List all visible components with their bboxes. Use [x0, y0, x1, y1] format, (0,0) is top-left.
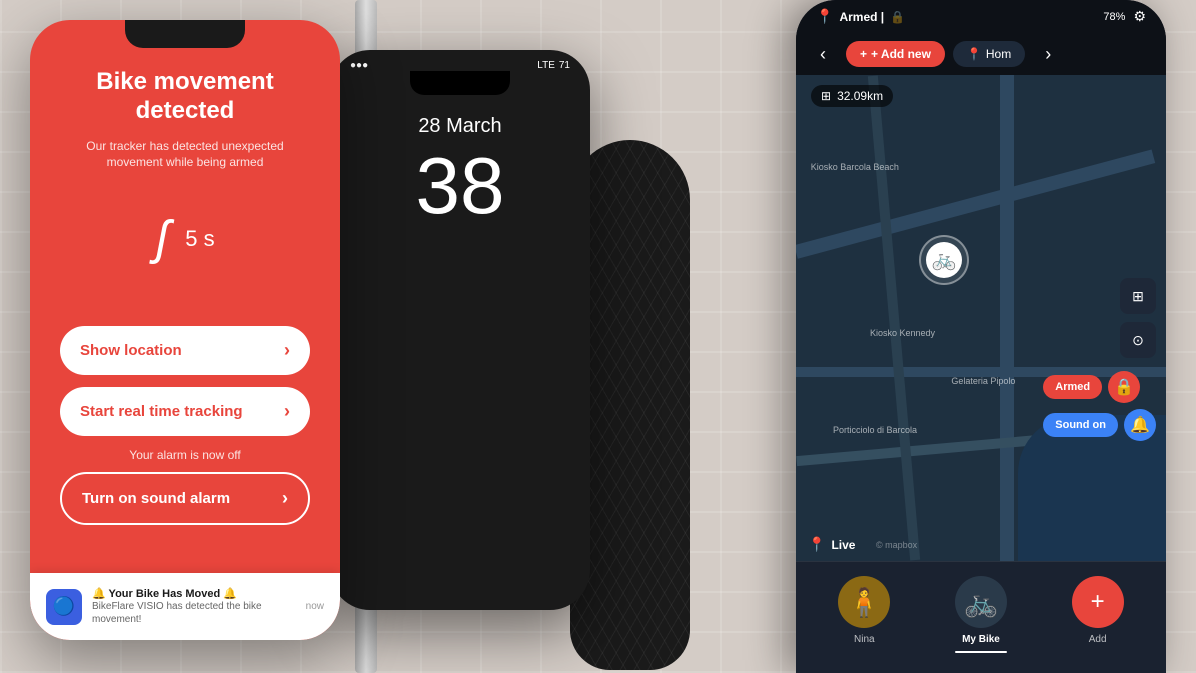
- map-label-porticciolo: Porticciolo di Barcola: [833, 425, 917, 435]
- notch-left: [125, 20, 245, 48]
- show-location-button[interactable]: Show location ›: [60, 326, 310, 375]
- distance-value: 32.09km: [837, 89, 883, 103]
- phone-right: 📍 Armed | 🔒 78% ⚙ ‹ + + Add new 📍 Hom › …: [796, 0, 1166, 673]
- map-road-2: [1000, 75, 1014, 561]
- alarm-status-text: Your alarm is now off: [129, 448, 240, 462]
- phone-center: ●●● LTE 71 28 March 38: [330, 50, 590, 610]
- battery-icon: 71: [559, 60, 570, 71]
- notification-text: 🔔 Your Bike Has Moved 🔔 BikeFlare VISIO …: [92, 587, 296, 626]
- map-layers-button[interactable]: ⊞: [1120, 278, 1156, 314]
- bike-item-add[interactable]: + Add: [1072, 576, 1124, 653]
- live-pin-icon: 📍: [808, 536, 825, 553]
- tracker-pin[interactable]: 🚲: [919, 235, 969, 285]
- lock-right-status: LTE 71: [537, 60, 570, 71]
- lock-status-bar: ●●● LTE 71: [330, 50, 590, 71]
- mapbox-text: © mapbox: [876, 540, 917, 550]
- history-icon: ⊙: [1132, 332, 1144, 349]
- bell-icon: 🔔: [1130, 415, 1150, 435]
- add-icon: +: [860, 47, 867, 61]
- tracker-pin-inner: 🚲: [926, 242, 962, 278]
- add-new-label: + Add new: [871, 47, 931, 61]
- mybike-icon: 🚲: [964, 586, 999, 619]
- nav-right-arrow-icon[interactable]: ›: [1033, 44, 1063, 65]
- bike-selector: 🧍 Nina 🚲 My Bike + Add: [796, 561, 1166, 673]
- add-underline: [1072, 651, 1124, 653]
- turn-on-alarm-button[interactable]: Turn on sound alarm ›: [60, 472, 310, 525]
- map-status-right: 78% ⚙: [1103, 8, 1146, 25]
- mybike-avatar: 🚲: [955, 576, 1007, 628]
- phone-left: Bike movement detected Our tracker has d…: [30, 20, 340, 640]
- battery-percent: 78%: [1103, 11, 1125, 23]
- add-bike-icon: +: [1091, 588, 1105, 616]
- notification-body: BikeFlare VISIO has detected the bike mo…: [92, 600, 296, 626]
- notification-app-icon: 🔵: [46, 589, 82, 625]
- map-label-kiosko-kennedy: Kiosko Kennedy: [870, 328, 935, 338]
- map-area[interactable]: Kiosko Barcola Beach Kiosko Kennedy Gela…: [796, 75, 1166, 561]
- notification-time: now: [306, 601, 324, 612]
- turn-on-alarm-label: Turn on sound alarm: [82, 490, 230, 507]
- odometer-icon: ⊞: [821, 89, 831, 103]
- map-label-gelateria: Gelateria Pipolo: [951, 376, 1015, 386]
- armed-separator-icon: 🔒: [890, 10, 905, 24]
- alert-content: Bike movement detected Our tracker has d…: [30, 48, 340, 626]
- notification-title: 🔔 Your Bike Has Moved 🔔: [92, 587, 296, 600]
- turn-on-alarm-arrow-icon: ›: [282, 488, 288, 509]
- live-label: Live: [831, 538, 855, 552]
- timer-area: ʃ 5 s: [155, 211, 214, 266]
- home-button[interactable]: 📍 Hom: [953, 41, 1025, 67]
- timer-text: 5 s: [185, 226, 214, 252]
- nina-avatar: 🧍: [838, 576, 890, 628]
- location-icon: 📍: [967, 47, 982, 61]
- home-label: Hom: [986, 47, 1011, 61]
- real-time-label: Start real time tracking: [80, 403, 243, 420]
- add-avatar: +: [1072, 576, 1124, 628]
- bike-item-nina[interactable]: 🧍 Nina: [838, 576, 890, 653]
- nina-underline: [838, 651, 890, 653]
- sound-icon-circle[interactable]: 🔔: [1124, 409, 1156, 441]
- lock-screen-date: 28 March: [418, 115, 501, 138]
- mapbox-credit: © mapbox: [876, 535, 917, 553]
- mybike-name: My Bike: [962, 634, 1000, 645]
- nina-name: Nina: [854, 634, 875, 645]
- armed-lock-icon[interactable]: 🔒: [1108, 371, 1140, 403]
- armed-chip-row: Armed 🔒: [1043, 371, 1156, 403]
- nav-left-arrow-icon[interactable]: ‹: [808, 44, 838, 65]
- add-new-button[interactable]: + + Add new: [846, 41, 945, 67]
- map-history-button[interactable]: ⊙: [1120, 322, 1156, 358]
- map-label-kiosko-barcola: Kiosko Barcola Beach: [811, 162, 899, 172]
- real-time-arrow-icon: ›: [284, 401, 290, 422]
- tracker-pin-circle: 🚲: [919, 235, 969, 285]
- signal-icon: ●●●: [350, 60, 368, 71]
- alert-subtitle: Our tracker has detected unexpected move…: [60, 138, 310, 172]
- map-pin-icon: 📍: [816, 8, 833, 25]
- distance-badge: ⊞ 32.09km: [811, 85, 893, 107]
- bike-item-mybike[interactable]: 🚲 My Bike: [955, 576, 1007, 653]
- sound-chip-row: Sound on 🔔: [1043, 409, 1156, 441]
- network-type: LTE: [537, 60, 555, 71]
- map-side-controls: ⊞ ⊙: [1120, 278, 1156, 358]
- map-status-bar: 📍 Armed | 🔒 78% ⚙: [796, 0, 1166, 33]
- real-time-tracking-button[interactable]: Start real time tracking ›: [60, 387, 310, 436]
- armed-chip[interactable]: Armed: [1043, 375, 1102, 399]
- tracker-bike-icon: 🚲: [932, 247, 957, 272]
- notch-center: [410, 71, 510, 95]
- armed-status-text: Armed |: [839, 10, 884, 24]
- live-indicator: 📍 Live: [808, 536, 855, 553]
- settings-icon[interactable]: ⚙: [1133, 8, 1146, 25]
- lock-icon: 🔒: [1114, 377, 1134, 397]
- alert-title: Bike movement detected: [60, 68, 310, 126]
- map-nav-bar: ‹ + + Add new 📍 Hom ›: [796, 33, 1166, 75]
- notification-bar: 🔵 🔔 Your Bike Has Moved 🔔 BikeFlare VISI…: [30, 573, 340, 640]
- mybike-underline: [955, 651, 1007, 653]
- timer-icon: ʃ: [155, 211, 169, 266]
- map-status-chips: Armed 🔒 Sound on 🔔: [1043, 371, 1156, 441]
- lock-screen-time: 38: [416, 146, 505, 226]
- show-location-arrow-icon: ›: [284, 340, 290, 361]
- layers-icon: ⊞: [1132, 288, 1144, 305]
- map-status-left: 📍 Armed | 🔒: [816, 8, 905, 25]
- nina-icon: 🧍: [847, 586, 882, 619]
- add-bike-name: Add: [1089, 634, 1107, 645]
- show-location-label: Show location: [80, 342, 182, 359]
- sound-chip[interactable]: Sound on: [1043, 413, 1118, 437]
